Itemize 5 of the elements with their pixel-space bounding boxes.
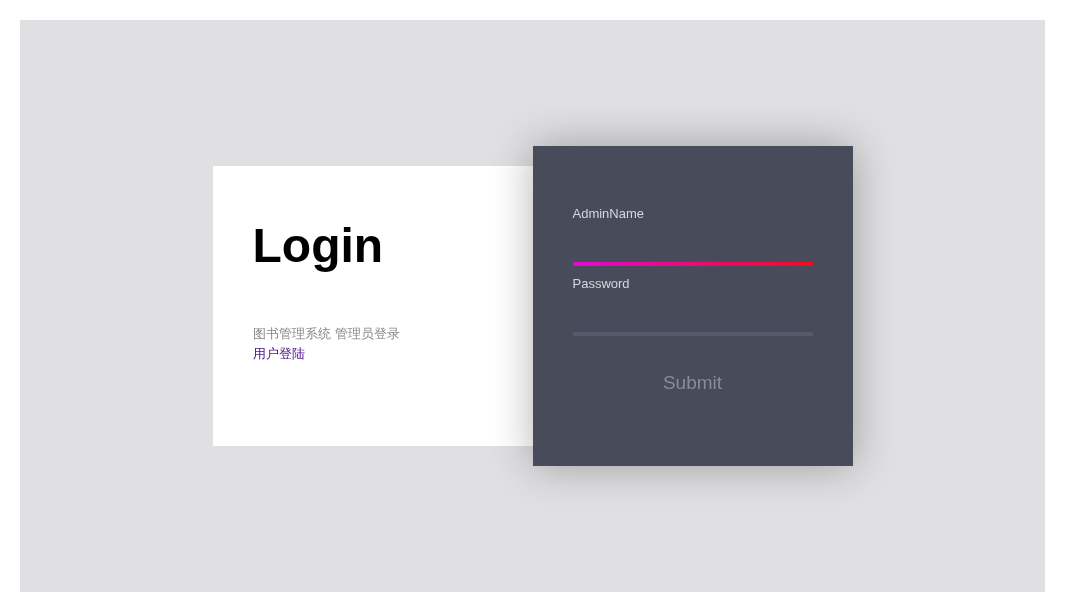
- login-title: Login: [252, 218, 384, 274]
- field-label: Password: [572, 275, 630, 293]
- field-label: AdminName: [572, 205, 645, 223]
- system-subtitle: 图书管理系统 管理员登录: [252, 325, 400, 343]
- user-login-link[interactable]: 用户登陆: [252, 344, 305, 364]
